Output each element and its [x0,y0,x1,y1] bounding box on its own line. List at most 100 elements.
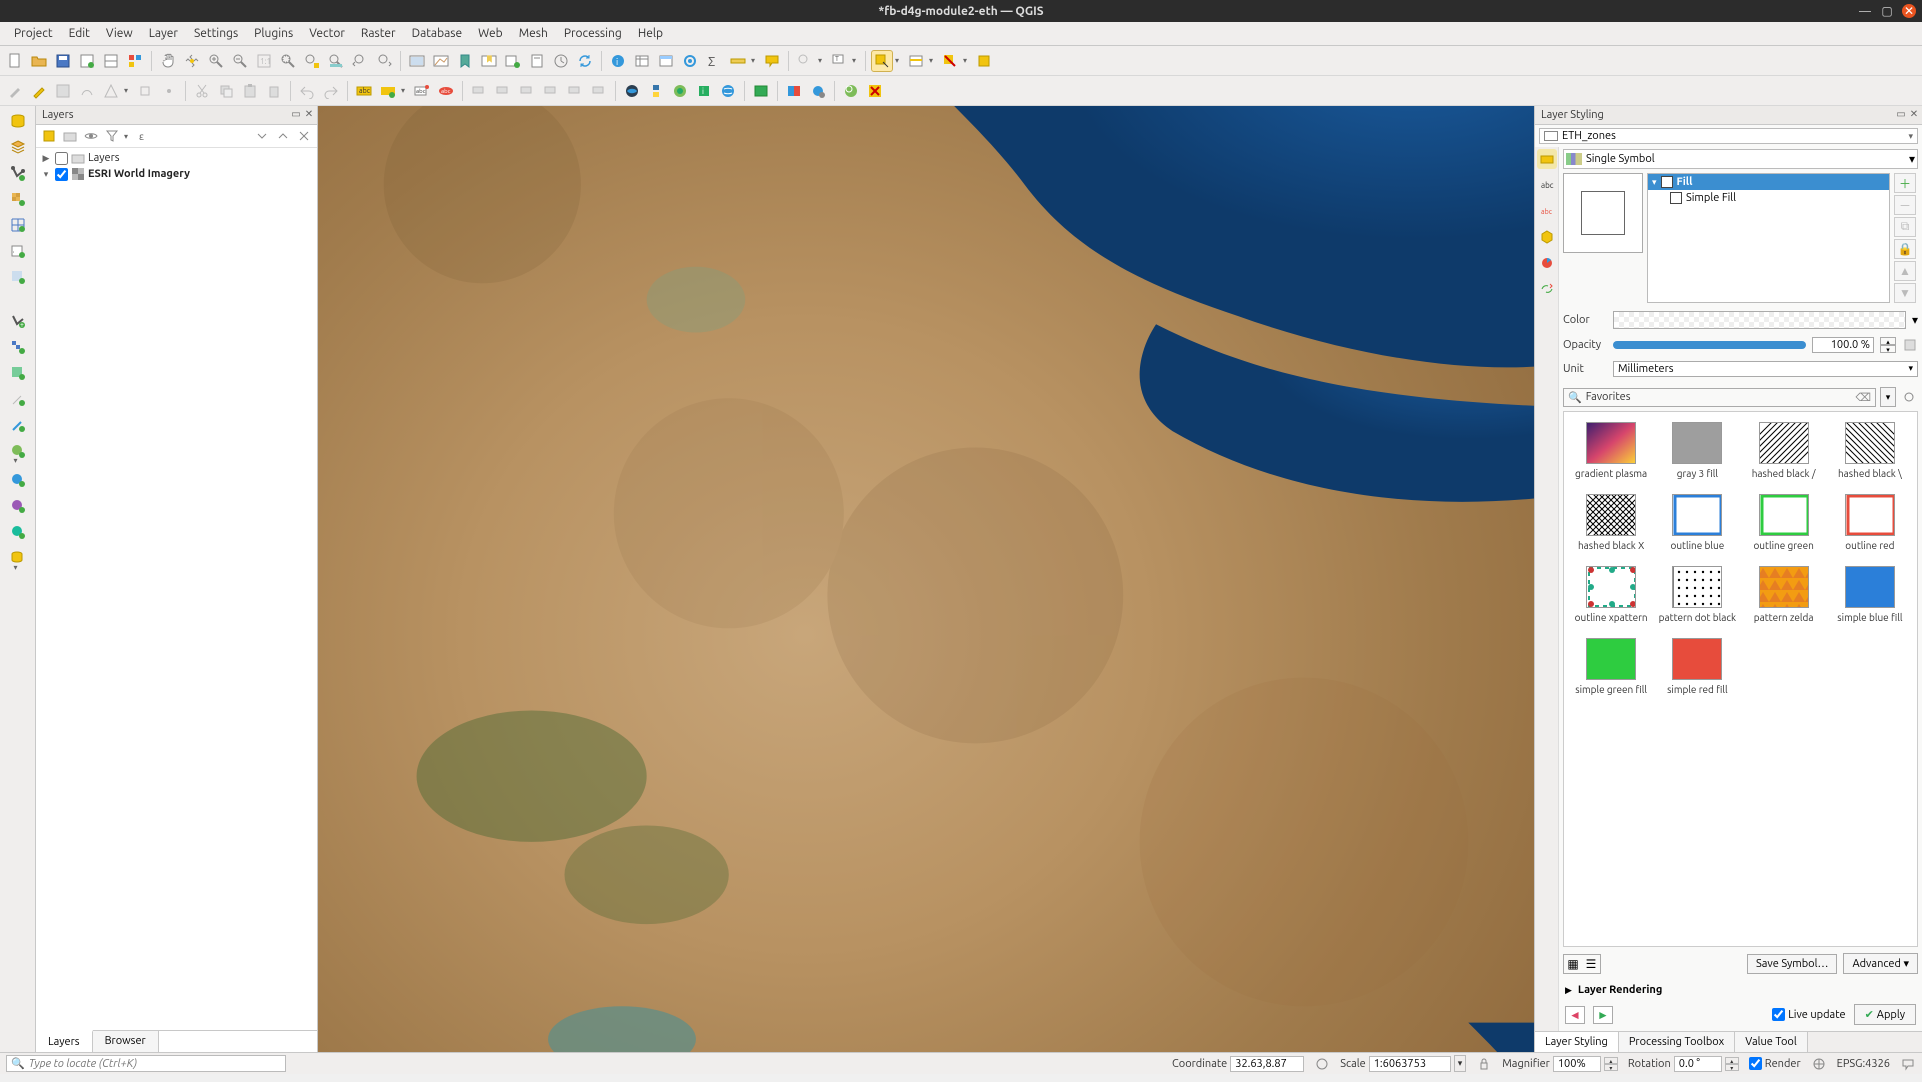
add-vector-icon[interactable] [7,162,29,184]
zoom-in-icon[interactable] [205,50,227,72]
style-manager-config-icon[interactable] [1900,388,1918,406]
layer-expand-icon[interactable] [253,127,271,145]
new-project-icon[interactable] [4,50,26,72]
open-project-icon[interactable] [28,50,50,72]
opacity-slider[interactable] [1613,341,1806,349]
expand-icon[interactable]: ▶ [40,153,52,164]
rotation-input[interactable] [1674,1056,1722,1072]
crs-label[interactable]: EPSG:4326 [1837,1058,1890,1070]
style-item[interactable]: hashed black X [1570,494,1652,552]
clear-search-icon[interactable]: ⌫ [1855,391,1871,404]
coord-input[interactable] [1230,1056,1304,1072]
show-spatial-bookmarks-icon[interactable] [526,50,548,72]
label-props-icon[interactable] [564,80,586,102]
processing-toolbox-icon[interactable] [679,50,701,72]
zoom-layer-icon[interactable] [325,50,347,72]
label-toggle-icon[interactable] [588,80,610,102]
label-toolbar-icon[interactable]: abc [353,80,375,102]
symbol-type-combo[interactable]: Single Symbol ▾ [1563,149,1918,169]
osm-icon[interactable] [669,80,691,102]
layer-collapse-icon[interactable] [274,127,292,145]
style-item[interactable]: simple green fill [1570,638,1652,696]
measure-dropdown[interactable]: ▾ [751,56,759,65]
expand-icon[interactable]: ▾ [40,169,52,180]
symbology-tab-icon[interactable] [1537,149,1557,169]
style-item[interactable]: outline red [1829,494,1911,552]
menu-edit[interactable]: Edit [61,25,98,42]
zoom-selection-icon[interactable] [301,50,323,72]
layout-manager-icon[interactable] [100,50,122,72]
layer-add-group-icon[interactable] [61,127,79,145]
tab-browser[interactable]: Browser [93,1031,159,1052]
layer-filter-icon[interactable] [103,127,121,145]
style-item[interactable]: outline blue [1656,494,1738,552]
menu-raster[interactable]: Raster [353,25,404,42]
text-annotation-dropdown[interactable]: ▾ [852,56,860,65]
text-annotation-icon[interactable]: T [828,50,850,72]
simple-fill-row[interactable]: Simple Fill [1648,190,1889,206]
layer-remove-icon[interactable] [295,127,313,145]
menu-mesh[interactable]: Mesh [511,25,556,42]
menu-processing[interactable]: Processing [556,25,630,42]
delete-icon[interactable] [263,80,285,102]
layer-filter-dropdown[interactable]: ▾ [124,132,132,141]
attr-table-icon[interactable] [631,50,653,72]
minimize-button[interactable]: — [1858,4,1872,18]
menu-layer[interactable]: Layer [141,25,186,42]
scale-input[interactable] [1369,1056,1451,1072]
style-item[interactable]: hashed black / [1743,422,1825,480]
layers-tree[interactable]: ▶ Layers ▾ ESRI World Imagery [36,148,317,1030]
advanced-button[interactable]: Advanced ▾ [1843,953,1918,974]
db-dropdown[interactable]: ▾ [14,563,22,572]
move-feature-icon[interactable] [134,80,156,102]
select-all-icon[interactable] [973,50,995,72]
gps-icon[interactable] [7,414,29,436]
deselect-icon[interactable] [939,50,961,72]
select-features-icon[interactable] [871,50,893,72]
mapswipe-icon[interactable] [783,80,805,102]
grid-view-toggle[interactable]: ▦ [1564,955,1582,973]
layer-checkbox[interactable] [55,152,68,165]
style-item[interactable]: hashed black \ [1829,422,1911,480]
annotation-text-icon[interactable] [794,50,816,72]
style-item[interactable]: pattern zelda [1743,566,1825,624]
redo-icon[interactable] [320,80,342,102]
label-change-icon[interactable] [540,80,562,102]
lock-scale-icon[interactable] [1476,1056,1492,1072]
wms-dropdown[interactable]: ▾ [14,456,22,465]
style-item[interactable]: outline xpattern [1570,566,1652,624]
metasearch-icon[interactable] [717,80,739,102]
layer-rendering-section[interactable]: ▶ Layer Rendering [1563,980,1918,1000]
select-value-dropdown[interactable]: ▾ [929,56,937,65]
new-gpkg-icon[interactable] [7,362,29,384]
layer-select-combo[interactable]: ETH_zones ▾ [1539,128,1918,144]
redo-style-button[interactable]: ► [1593,1006,1613,1024]
diagram-icon[interactable] [377,80,399,102]
panel-undock-icon[interactable]: ▭ [290,108,302,120]
identify-icon[interactable]: i [607,50,629,72]
zoom-last-icon[interactable] [349,50,371,72]
add-feature-icon[interactable] [76,80,98,102]
deselect-dropdown[interactable]: ▾ [963,56,971,65]
current-edits-icon[interactable] [4,80,26,102]
layer-row-esri[interactable]: ▾ ESRI World Imagery [40,166,313,182]
select-by-value-icon[interactable] [905,50,927,72]
diagram-dropdown[interactable]: ▾ [401,86,409,95]
tab-processing-toolbox[interactable]: Processing Toolbox [1619,1032,1735,1052]
history-tab-icon[interactable] [1537,279,1557,299]
quickosm-cancel-icon[interactable] [864,80,886,102]
close-button[interactable]: ✕ [1902,4,1916,18]
measure-icon[interactable] [727,50,749,72]
style-manager-icon[interactable] [124,50,146,72]
fill-root-row[interactable]: ▾ Fill [1648,174,1889,190]
pan-icon[interactable] [157,50,179,72]
live-update-checkbox[interactable]: Live update [1772,1008,1845,1021]
add-virtual-icon[interactable] [7,266,29,288]
pan-selection-icon[interactable] [181,50,203,72]
style-item[interactable]: simple red fill [1656,638,1738,696]
zoom-out-icon[interactable] [229,50,251,72]
layer-style-icon[interactable] [40,127,58,145]
render-checkbox[interactable]: Render [1749,1057,1801,1070]
add-delimited-icon[interactable]: , [7,240,29,262]
new-3d-view-icon[interactable] [430,50,452,72]
